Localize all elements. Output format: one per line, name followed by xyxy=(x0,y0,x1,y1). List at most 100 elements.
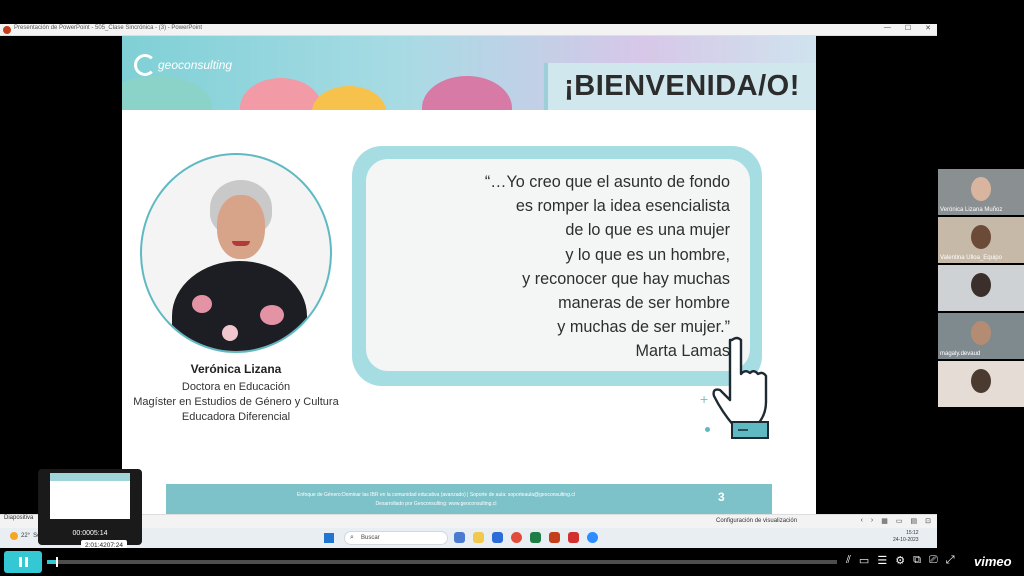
close-button[interactable]: ✕ xyxy=(925,24,931,36)
speaker-credential: Educadora Diferencial xyxy=(181,411,291,423)
task-view-icon[interactable] xyxy=(454,532,465,543)
footer-line: Enfoque de Género:Dominar las IBR en la … xyxy=(297,492,575,498)
dress-flower xyxy=(260,305,284,325)
screen: Presentación de PowerPoint - 505_Clase S… xyxy=(0,0,1024,576)
clock-time: 15:12 xyxy=(906,530,919,536)
edge-icon[interactable] xyxy=(492,532,503,543)
excel-icon[interactable] xyxy=(530,532,541,543)
minimize-button[interactable]: — xyxy=(884,24,891,36)
player-control-icons: ⫽ ▭ ☰ ⚙ ⧉ ⎚ ⤢ xyxy=(846,554,955,567)
quote-line: de lo que es una mujer xyxy=(565,221,730,240)
pause-button[interactable] xyxy=(4,551,42,573)
taskbar-clock: 15:12 24-10-2023 xyxy=(893,530,919,544)
chevron-left-icon[interactable]: ‹ xyxy=(861,517,863,525)
quote-line: y reconocer que hay muchas xyxy=(522,269,730,288)
footer-line: Desarrollado por Geoconsulting: www.geoc… xyxy=(375,501,497,507)
participant-tile[interactable]: magaly.devaud xyxy=(938,313,1024,359)
windows-start-icon[interactable] xyxy=(324,533,334,543)
window-title: Presentación de PowerPoint - 505_Clase S… xyxy=(14,25,203,31)
geoconsulting-logo: geoconsulting xyxy=(134,54,232,76)
normal-view-icon[interactable]: ▭ xyxy=(896,517,903,525)
search-placeholder: Buscar xyxy=(361,535,380,541)
dress-flower xyxy=(192,295,212,313)
logo-mark-icon xyxy=(134,54,156,76)
maximize-button[interactable]: ☐ xyxy=(905,24,911,36)
slide-footer: Enfoque de Género:Dominar las IBR en la … xyxy=(166,484,772,514)
progress-handle[interactable] xyxy=(56,557,59,567)
participant-video xyxy=(971,369,991,393)
quote-text: “…Yo creo que el asunto de fondo es romp… xyxy=(376,170,730,364)
view-settings-button[interactable]: Configuración de visualización xyxy=(716,518,797,524)
speaker-credential: Magíster en Estudios de Género y Cultura xyxy=(133,396,339,408)
speaker-portrait xyxy=(140,153,332,353)
speaker-credential: Doctora en Educación xyxy=(181,381,291,393)
portrait-face xyxy=(217,195,265,259)
participant-video xyxy=(971,321,991,345)
zoom-icon[interactable] xyxy=(587,532,598,543)
plus-decoration-icon: + xyxy=(700,391,709,407)
clock-date: 24-10-2023 xyxy=(893,537,919,543)
slide-heading: ¡BIENVENIDA/O! xyxy=(564,70,800,102)
statusbar-slide-label: Diapositiva xyxy=(4,515,34,521)
weather-temp: 22° xyxy=(21,533,31,539)
vimeo-logo[interactable]: vimeo xyxy=(974,554,1012,569)
acrobat-icon[interactable] xyxy=(568,532,579,543)
slide-header-banner: geoconsulting ¡BIENVENIDA/O! xyxy=(122,36,816,110)
speed-icon[interactable]: ⫽ xyxy=(846,554,851,567)
participant-panel: Verónica Lizana Muñoz Valentina Ulloa_Eq… xyxy=(938,169,1024,407)
weather-widget[interactable]: 22° Sol xyxy=(10,532,42,540)
participant-tile[interactable]: Valentina Ulloa_Equipo xyxy=(938,217,1024,263)
participant-video xyxy=(971,273,991,297)
participant-video xyxy=(971,177,991,201)
quote-line: y lo que es un hombre, xyxy=(565,245,730,264)
grid-icon[interactable]: ▦ xyxy=(881,517,888,525)
portrait-mouth xyxy=(232,241,250,246)
pause-icon xyxy=(19,557,22,567)
settings-icon[interactable]: ⚙ xyxy=(895,554,905,567)
seek-preview: 00:0005:14 xyxy=(38,469,142,545)
decorative-blob xyxy=(422,76,512,110)
fullscreen-icon[interactable]: ⤢ xyxy=(946,554,955,567)
slide-number: 3 xyxy=(718,490,725,504)
participant-name: magaly.devaud xyxy=(940,351,981,357)
progress-fill xyxy=(47,560,57,564)
pause-icon xyxy=(25,557,28,567)
file-explorer-icon[interactable] xyxy=(473,532,484,543)
participant-video xyxy=(971,225,991,249)
preview-time: 00:0005:14 xyxy=(72,530,108,537)
participant-tile[interactable] xyxy=(938,361,1024,407)
sun-icon xyxy=(10,532,18,540)
decorative-blob xyxy=(122,76,212,110)
participant-name: Valentina Ulloa_Equipo xyxy=(940,255,1002,261)
quote-author: Marta Lamas xyxy=(635,342,730,361)
reading-view-icon[interactable]: ▤ xyxy=(911,517,918,525)
powerpoint-titlebar: Presentación de PowerPoint - 505_Clase S… xyxy=(0,24,937,36)
taskbar-search[interactable]: ⌕ Buscar xyxy=(344,531,448,545)
participant-tile[interactable]: Verónica Lizana Muñoz xyxy=(938,169,1024,215)
chrome-icon[interactable] xyxy=(511,532,522,543)
quote-line: y muchas de ser mujer.” xyxy=(557,318,730,337)
preview-thumbnail xyxy=(50,473,130,519)
transcript-icon[interactable]: ☰ xyxy=(877,554,887,567)
zoom-fit-icon[interactable]: ⊡ xyxy=(925,517,931,525)
logo-text: geoconsulting xyxy=(158,58,233,72)
window-controls: — ☐ ✕ xyxy=(884,24,931,36)
pointing-hand-icon xyxy=(712,336,769,439)
video-player-controls: ⫽ ▭ ☰ ⚙ ⧉ ⎚ ⤢ vimeo xyxy=(0,548,1024,576)
dot-decoration-icon xyxy=(705,427,710,432)
dress-flower xyxy=(222,325,238,341)
cast-icon[interactable]: ⎚ xyxy=(929,554,938,567)
progress-bar[interactable] xyxy=(47,557,837,567)
powerpoint-icon xyxy=(3,26,11,34)
slide: geoconsulting ¡BIENVENIDA/O! Verónica Li… xyxy=(122,36,816,514)
pip-icon[interactable]: ⧉ xyxy=(913,554,921,567)
captions-icon[interactable]: ▭ xyxy=(859,554,869,567)
decorative-blob xyxy=(240,78,322,110)
speaker-name: Verónica Lizana xyxy=(190,362,282,376)
statusbar-icons: ‹ › ▦ ▭ ▤ ⊡ xyxy=(861,517,931,525)
chevron-right-icon[interactable]: › xyxy=(871,517,873,525)
search-icon: ⌕ xyxy=(350,534,354,541)
powerpoint-taskbar-icon[interactable] xyxy=(549,532,560,543)
quote-line: “…Yo creo que el asunto de fondo xyxy=(484,173,730,191)
participant-tile[interactable] xyxy=(938,265,1024,311)
